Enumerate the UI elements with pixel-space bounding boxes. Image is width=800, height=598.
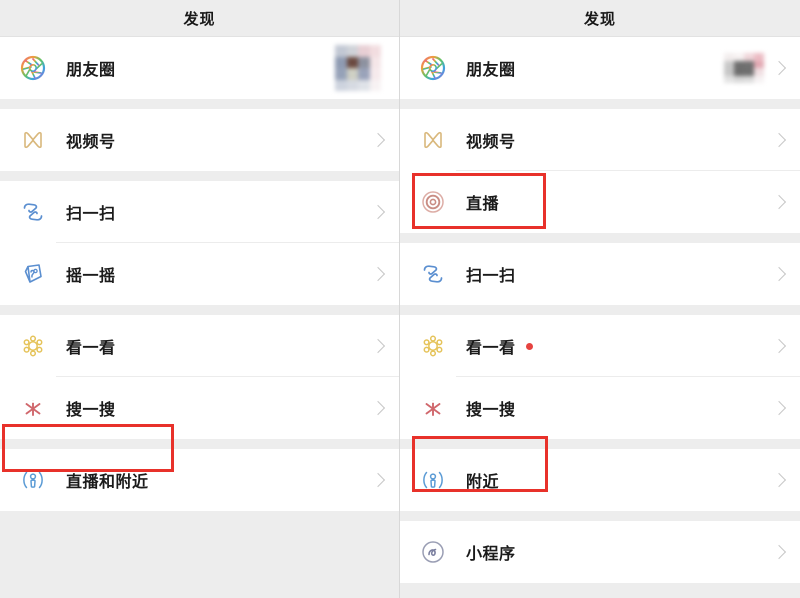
group-mini-program: 小程序 bbox=[400, 521, 800, 583]
group-moments: 朋友圈 bbox=[0, 37, 399, 99]
list-item-scan[interactable]: 扫一扫 bbox=[0, 181, 399, 243]
chevron-right-icon bbox=[771, 266, 787, 282]
channels-icon bbox=[420, 127, 446, 153]
moments-icon bbox=[20, 55, 46, 81]
live-icon bbox=[420, 189, 446, 215]
list-item-search[interactable]: 搜一搜 bbox=[400, 377, 800, 439]
list-item-shake[interactable]: 摇一摇 bbox=[0, 243, 399, 305]
group-nearby: 附近 bbox=[400, 449, 800, 511]
chevron-right-icon bbox=[771, 544, 787, 560]
chevron-right-icon bbox=[370, 400, 386, 416]
list-item-label: 朋友圈 bbox=[66, 62, 116, 79]
group-scan: 扫一扫 bbox=[400, 243, 800, 305]
shake-icon bbox=[20, 261, 46, 287]
dual-screenshot-comparison: 发现 朋友圈 视频号 扫一扫 摇一摇 看一看 搜一搜 直播和附近 发现 朋友圈 … bbox=[0, 0, 800, 598]
list-item-mini-program[interactable]: 小程序 bbox=[400, 521, 800, 583]
chevron-right-icon bbox=[370, 338, 386, 354]
top-stories-icon bbox=[20, 333, 46, 359]
group-separator bbox=[0, 99, 399, 109]
group-separator bbox=[0, 439, 399, 449]
list-item-top-stories[interactable]: 看一看 bbox=[0, 315, 399, 377]
list-item-live[interactable]: 直播 bbox=[400, 171, 800, 233]
chevron-right-icon bbox=[370, 204, 386, 220]
scan-icon bbox=[20, 199, 46, 225]
list-item-moments[interactable]: 朋友圈 bbox=[400, 37, 800, 99]
list-item-label: 视频号 bbox=[66, 134, 116, 151]
right-phone-screen: 发现 朋友圈 视频号 直播 扫一扫 看一看 搜一搜 附近 小程序 bbox=[400, 0, 800, 598]
list-item-search[interactable]: 搜一搜 bbox=[0, 377, 399, 439]
list-item-label: 扫一扫 bbox=[66, 206, 116, 223]
list-item-label: 附近 bbox=[466, 474, 500, 491]
list-item-scan[interactable]: 扫一扫 bbox=[400, 243, 800, 305]
page-title: 发现 bbox=[183, 10, 216, 28]
group-scan-shake: 扫一扫 摇一摇 bbox=[0, 181, 399, 305]
moments-icon bbox=[420, 55, 446, 81]
page-title: 发现 bbox=[583, 10, 616, 28]
chevron-right-icon bbox=[771, 132, 787, 148]
chevron-right-icon bbox=[771, 60, 787, 76]
group-channels-live: 视频号 直播 bbox=[400, 109, 800, 233]
list-item-top-stories[interactable]: 看一看 bbox=[400, 315, 800, 377]
list-item-live-and-nearby[interactable]: 直播和附近 bbox=[0, 449, 399, 511]
group-separator bbox=[400, 439, 800, 449]
group-separator bbox=[0, 305, 399, 315]
nearby-icon bbox=[420, 467, 446, 493]
list-item-label: 直播 bbox=[466, 196, 500, 213]
bottom-filler bbox=[400, 583, 800, 598]
unread-badge-dot bbox=[525, 342, 533, 350]
channels-icon bbox=[20, 127, 46, 153]
chevron-right-icon bbox=[771, 400, 787, 416]
group-live-nearby: 直播和附近 bbox=[0, 449, 399, 511]
left-phone-screen: 发现 朋友圈 视频号 扫一扫 摇一摇 看一看 搜一搜 直播和附近 bbox=[0, 0, 400, 598]
chevron-right-icon bbox=[771, 472, 787, 488]
bottom-filler bbox=[0, 511, 399, 598]
group-separator bbox=[0, 171, 399, 181]
list-item-label: 直播和附近 bbox=[66, 474, 149, 491]
live-nearby-icon bbox=[20, 467, 46, 493]
moments-thumbnail-blurred[interactable] bbox=[724, 53, 764, 83]
scan-icon bbox=[420, 261, 446, 287]
group-separator bbox=[400, 305, 800, 315]
moments-thumbnail-blurred[interactable] bbox=[335, 45, 381, 91]
list-item-label: 看一看 bbox=[66, 340, 116, 357]
chevron-right-icon bbox=[370, 132, 386, 148]
chevron-right-icon bbox=[370, 266, 386, 282]
top-stories-icon bbox=[420, 333, 446, 359]
group-separator bbox=[400, 99, 800, 109]
list-item-label: 摇一摇 bbox=[66, 268, 116, 285]
left-nav-bar: 发现 bbox=[0, 0, 399, 37]
list-item-label: 小程序 bbox=[466, 546, 516, 563]
list-item-channels[interactable]: 视频号 bbox=[400, 109, 800, 171]
group-channels: 视频号 bbox=[0, 109, 399, 171]
list-item-label: 搜一搜 bbox=[66, 402, 116, 419]
chevron-right-icon bbox=[771, 338, 787, 354]
group-moments: 朋友圈 bbox=[400, 37, 800, 99]
chevron-right-icon bbox=[771, 194, 787, 210]
search-icon bbox=[420, 395, 446, 421]
list-item-label: 视频号 bbox=[466, 134, 516, 151]
list-item-channels[interactable]: 视频号 bbox=[0, 109, 399, 171]
list-item-label: 扫一扫 bbox=[466, 268, 516, 285]
right-nav-bar: 发现 bbox=[400, 0, 800, 37]
chevron-right-icon bbox=[370, 472, 386, 488]
group-separator bbox=[400, 511, 800, 521]
list-item-nearby[interactable]: 附近 bbox=[400, 449, 800, 511]
search-icon bbox=[20, 395, 46, 421]
mini-program-icon bbox=[420, 539, 446, 565]
list-item-label: 朋友圈 bbox=[466, 62, 516, 79]
group-separator bbox=[400, 233, 800, 243]
list-item-label: 看一看 bbox=[466, 340, 516, 357]
list-item-label: 搜一搜 bbox=[466, 402, 516, 419]
group-stories-search: 看一看 搜一搜 bbox=[400, 315, 800, 439]
group-stories-search: 看一看 搜一搜 bbox=[0, 315, 399, 439]
list-item-moments[interactable]: 朋友圈 bbox=[0, 37, 399, 99]
